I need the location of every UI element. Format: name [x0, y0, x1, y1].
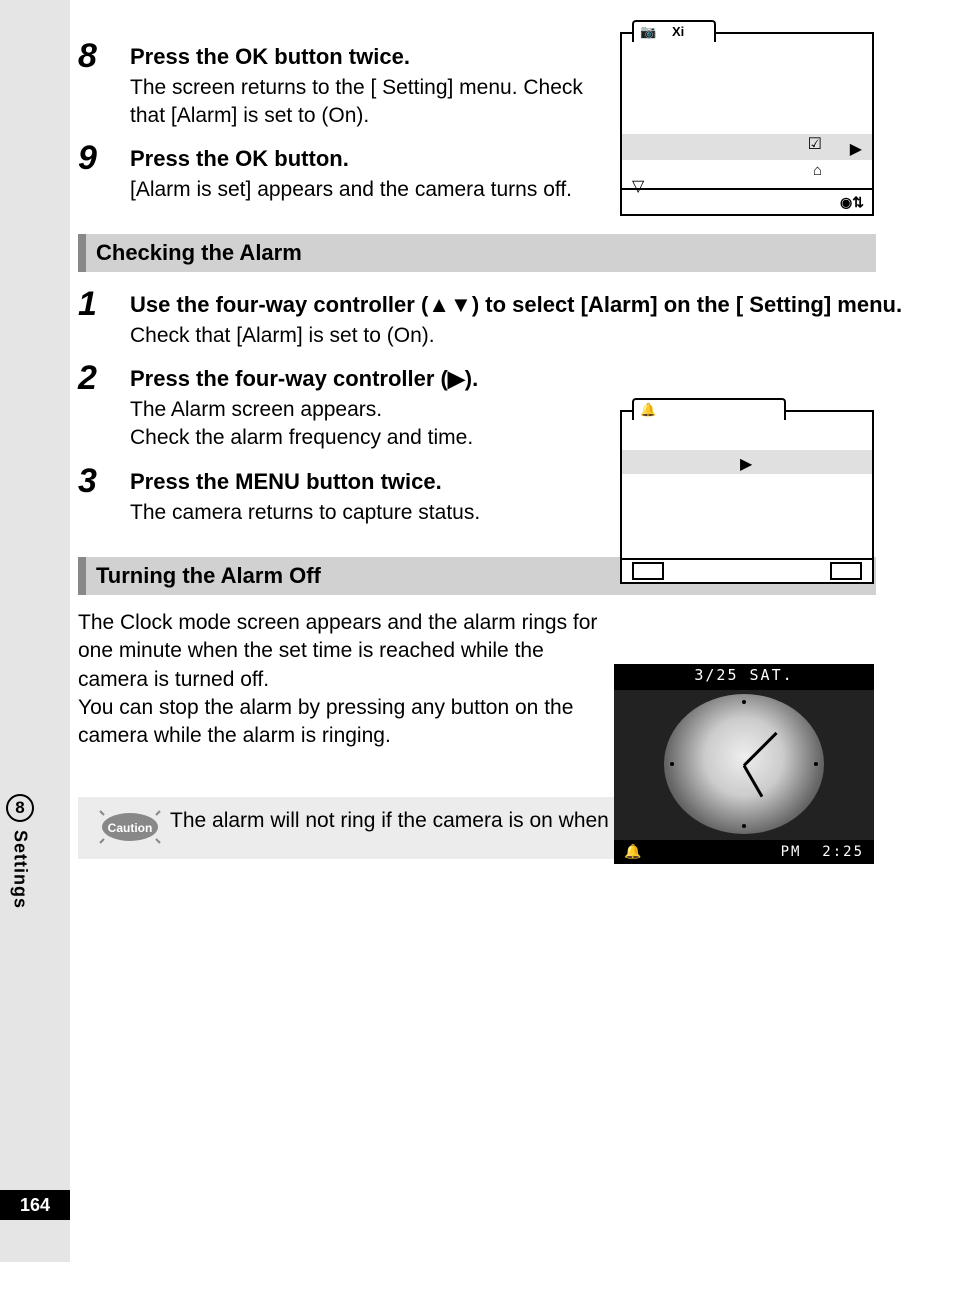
highlight-row — [622, 134, 872, 160]
clock-hand-minute — [743, 732, 778, 767]
step-desc: The screen returns to the [ Setting] men… — [130, 74, 620, 131]
right-arrow-icon: ▶ — [740, 454, 752, 474]
svg-text:Caution: Caution — [108, 821, 153, 835]
text: button twice. — [300, 469, 442, 494]
text: Press the — [130, 469, 235, 494]
menu-text: MENU — [235, 469, 300, 494]
clock-face — [664, 694, 824, 834]
clock-date: 3/25 SAT. — [614, 664, 874, 690]
lcd-screen-settings: 📷 Xi ☑ ▶ ⌂ ▽ ◉⇅ — [620, 32, 874, 216]
record-icon: ◉⇅ — [840, 194, 864, 211]
step-desc: Check that [Alarm] is set to (On). — [130, 322, 948, 350]
ok-text: OK — [235, 146, 268, 171]
step-number: 9 — [78, 140, 130, 204]
section-number-badge: 8 — [6, 794, 34, 822]
right-arrow-icon: ▶ — [850, 139, 862, 159]
side-tab: 8 Settings — [0, 794, 40, 909]
manual-page: 8 Settings 164 8 Press the OK button twi… — [0, 0, 954, 1314]
home-icon: ⌂ — [813, 162, 822, 179]
step-number: 1 — [78, 286, 130, 350]
step-title: Press the four-way controller (▶). — [130, 364, 948, 394]
time: 2:25 — [822, 844, 864, 860]
setting-icon: Xi — [672, 24, 684, 39]
step-number: 3 — [78, 463, 130, 527]
text: button. — [268, 146, 349, 171]
clock-bottom-bar: 🔔 PM 2:25 — [614, 840, 874, 864]
section-label: Settings — [10, 830, 31, 909]
subheading-check: Checking the Alarm — [78, 234, 876, 272]
text: button twice. — [268, 44, 410, 69]
ampm: PM — [781, 844, 802, 860]
ok-text: OK — [235, 44, 268, 69]
bottom-bar — [622, 558, 872, 582]
step-number: 8 — [78, 38, 130, 130]
step-number: 2 — [78, 360, 130, 452]
bell-icon: 🔔 — [624, 844, 643, 860]
off-paragraph: The Clock mode screen appears and the al… — [78, 609, 598, 751]
checkbox-on-icon: ☑ — [808, 134, 822, 154]
caution-icon: Caution — [90, 807, 170, 847]
bell-icon: 🔔 — [640, 402, 656, 418]
step-title: Use the four-way controller (▲▼) to sele… — [130, 290, 948, 320]
clock-hand-hour — [743, 765, 764, 798]
clock-time: PM 2:25 — [781, 844, 864, 860]
left-margin — [0, 0, 70, 1262]
step-desc: [Alarm is set] appears and the camera tu… — [130, 176, 620, 204]
lcd-screen-alarm: 🔔 ▶ — [620, 410, 874, 584]
clock-mode-screen: 3/25 SAT. 🔔 PM 2:25 — [614, 664, 874, 864]
step-1: 1 Use the four-way controller (▲▼) to se… — [78, 286, 948, 350]
text: Press the — [130, 146, 235, 171]
text: Press the — [130, 44, 235, 69]
page-number: 164 — [0, 1190, 70, 1220]
bottom-bar — [622, 188, 872, 214]
camera-icon: 📷 — [640, 24, 656, 40]
